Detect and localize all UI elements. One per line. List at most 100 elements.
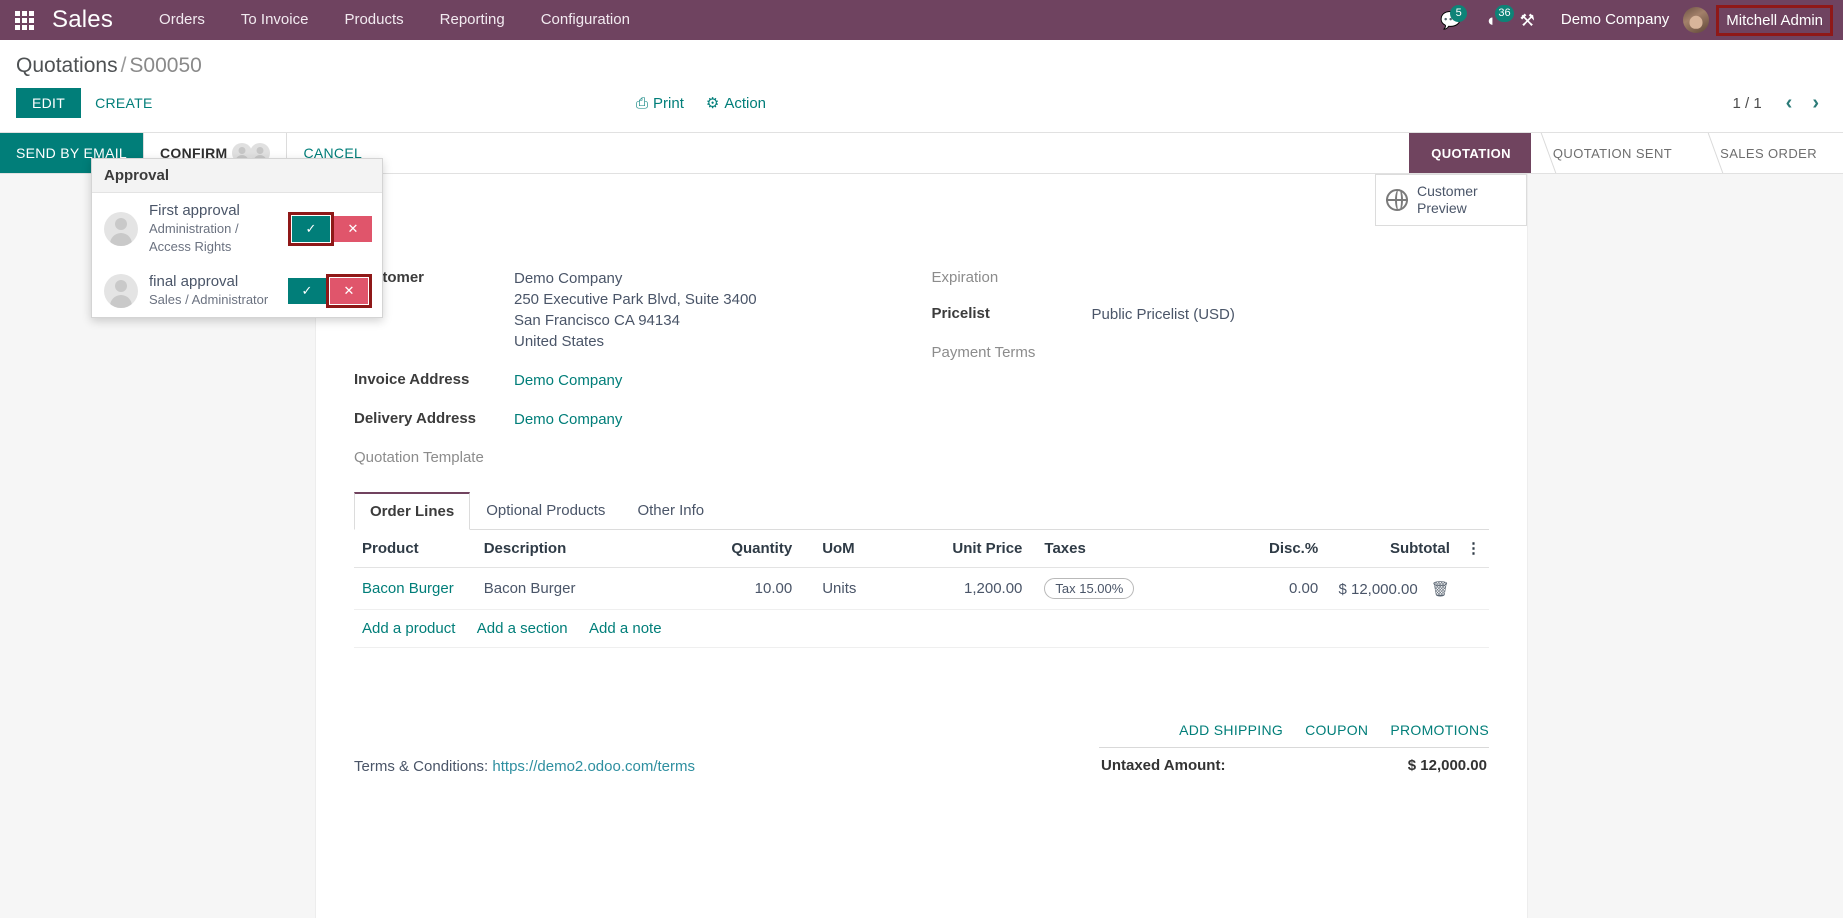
untaxed-amount-label: Untaxed Amount:: [1101, 757, 1226, 774]
apps-menu-toggle[interactable]: [0, 0, 48, 40]
tab-other-info[interactable]: Other Info: [621, 492, 720, 530]
untaxed-amount-value: $ 12,000.00: [1407, 757, 1487, 774]
cell-taxes[interactable]: Tax 15.00%: [1030, 567, 1207, 610]
clock-icon: ◖: [1485, 10, 1496, 30]
approve-highlight-box: ✓: [288, 211, 334, 246]
field-customer: Customer Demo Company 250 Executive Park…: [354, 268, 922, 352]
status-step-quotation[interactable]: QUOTATION: [1409, 133, 1545, 173]
breadcrumb-parent[interactable]: Quotations: [16, 54, 118, 77]
print-label: Print: [653, 94, 684, 112]
action-label: Action: [724, 94, 767, 112]
cell-uom[interactable]: Units: [800, 567, 913, 610]
subtotal-value: $ 12,000.00: [1338, 580, 1418, 598]
totals-table: Untaxed Amount: $ 12,000.00: [1099, 747, 1489, 774]
status-step-quotation-sent[interactable]: QUOTATION SENT: [1530, 133, 1699, 173]
approval-popover: Approval First approval Administration /…: [91, 158, 383, 318]
user-avatar: [104, 273, 138, 308]
pricelist-value[interactable]: Public Pricelist (USD): [1092, 304, 1235, 325]
order-lines-header-row: Product Description Quantity UoM Unit Pr…: [354, 530, 1489, 568]
add-a-product-link[interactable]: Add a product: [362, 620, 455, 637]
customer-preview-line2: Preview: [1417, 200, 1467, 216]
nav-item-configuration[interactable]: Configuration: [523, 0, 648, 40]
delivery-address-value[interactable]: Demo Company: [514, 409, 622, 430]
customer-preview-button[interactable]: Customer Preview: [1375, 174, 1527, 226]
customer-preview-line1: Customer: [1417, 183, 1478, 199]
approval-popover-title: Approval: [92, 159, 382, 193]
approval-actions: ✓ ✕: [288, 273, 372, 308]
status-step-sales-order[interactable]: SALES ORDER: [1698, 133, 1843, 173]
quotation-sheet: Customer Preview Customer Demo Company 2…: [315, 174, 1528, 918]
activities-menu[interactable]: ◖ 36: [1473, 0, 1514, 40]
cell-quantity[interactable]: 10.00: [684, 567, 801, 610]
check-icon: ✓: [305, 220, 317, 236]
nav-item-orders[interactable]: Orders: [141, 0, 223, 40]
approve-button[interactable]: ✓: [292, 215, 330, 242]
action-menu[interactable]: ⚙ Action: [705, 94, 767, 113]
print-menu[interactable]: ⎙ Print: [636, 95, 684, 112]
table-row[interactable]: Bacon Burger Bacon Burger 10.00 Units 1,…: [354, 567, 1489, 610]
add-line-row: Add a product Add a section Add a note: [354, 609, 1489, 648]
vertical-dots-icon[interactable]: ⋮: [1457, 530, 1489, 568]
approval-row: final approval Sales / Administrator ✓ ✕: [92, 264, 382, 317]
breadcrumb-separator: /: [120, 54, 127, 77]
cell-discount[interactable]: 0.00: [1206, 567, 1327, 610]
row-options-cell: [1457, 567, 1489, 610]
notebook: Order Lines Optional Products Other Info…: [354, 492, 1489, 648]
breadcrumb-current: S00050: [129, 54, 202, 77]
user-menu[interactable]: Mitchell Admin: [1683, 4, 1837, 36]
user-menu-label[interactable]: Mitchell Admin: [1716, 4, 1833, 36]
breadcrumb: Quotations / S00050: [16, 40, 1827, 82]
pricelist-label: Pricelist: [931, 305, 990, 322]
trash-icon[interactable]: 🗑: [1431, 581, 1450, 598]
messages-count-badge: 5: [1450, 5, 1468, 22]
form-column-left: Customer Demo Company 250 Executive Park…: [354, 268, 922, 484]
approve-button[interactable]: ✓: [288, 277, 326, 304]
cell-unit-price[interactable]: 1,200.00: [912, 567, 1031, 610]
field-invoice-address: Invoice Address Demo Company: [354, 370, 922, 391]
nav-item-products[interactable]: Products: [326, 0, 421, 40]
reject-button[interactable]: ✕: [330, 277, 368, 304]
gear-icon: ⚙: [705, 95, 720, 112]
add-a-note-link[interactable]: Add a note: [589, 620, 662, 637]
product-link[interactable]: Bacon Burger: [362, 580, 454, 597]
order-lines-table: Product Description Quantity UoM Unit Pr…: [354, 530, 1489, 648]
nav-item-reporting[interactable]: Reporting: [422, 0, 523, 40]
nav-item-to-invoice[interactable]: To Invoice: [223, 0, 327, 40]
reject-button[interactable]: ✕: [334, 215, 372, 242]
control-panel: Quotations / S00050 EDIT CREATE ⎙ Print ⚙ …: [0, 40, 1843, 133]
promotions-button[interactable]: PROMOTIONS: [1390, 722, 1489, 738]
company-switcher[interactable]: Demo Company: [1547, 0, 1683, 40]
terms-and-conditions: Terms & Conditions: https://demo2.odoo.c…: [354, 722, 1099, 775]
cell-description[interactable]: Bacon Burger: [475, 567, 685, 610]
debug-menu[interactable]: ⚒: [1508, 0, 1547, 40]
customer-value[interactable]: Demo Company: [514, 268, 757, 289]
status-pipeline: QUOTATION QUOTATION SENT SALES ORDER: [1409, 133, 1843, 173]
x-icon: ✕: [343, 282, 355, 298]
payment-terms-label: Payment Terms: [931, 344, 1036, 361]
navbar-menu: Orders To Invoice Products Reporting Con…: [141, 0, 648, 40]
invoice-address-value[interactable]: Demo Company: [514, 370, 622, 391]
cell-subtotal: $ 12,000.00 🗑: [1326, 567, 1458, 610]
app-brand-sales[interactable]: Sales: [48, 6, 121, 34]
tab-order-lines[interactable]: Order Lines: [354, 492, 471, 530]
coupon-button[interactable]: COUPON: [1305, 722, 1368, 738]
order-lines-body: Bacon Burger Bacon Burger 10.00 Units 1,…: [354, 567, 1489, 648]
customer-address-line2: San Francisco CA 94134: [514, 312, 680, 329]
col-unit-price: Unit Price: [912, 530, 1031, 568]
chevron-right-icon[interactable]: ›: [1804, 93, 1827, 113]
customer-value-group: Demo Company 250 Executive Park Blvd, Su…: [514, 268, 757, 352]
tab-optional-products[interactable]: Optional Products: [470, 492, 621, 530]
terms-url-link[interactable]: https://demo2.odoo.com/terms: [492, 758, 695, 775]
col-subtotal: Subtotal: [1326, 530, 1458, 568]
user-avatar: [104, 211, 138, 246]
approval-row-texts: final approval Sales / Administrator: [149, 272, 277, 309]
add-shipping-button[interactable]: ADD SHIPPING: [1179, 722, 1283, 738]
chevron-left-icon[interactable]: ‹: [1778, 93, 1801, 113]
pager-value: 1 / 1: [1732, 94, 1762, 112]
add-a-section-link[interactable]: Add a section: [477, 620, 568, 637]
control-panel-actions: EDIT CREATE ⎙ Print ⚙ Action 1 / 1 ‹ ›: [16, 82, 1827, 132]
create-button[interactable]: CREATE: [81, 88, 167, 118]
top-navbar: Sales Orders To Invoice Products Reporti…: [0, 0, 1843, 40]
edit-button[interactable]: EDIT: [16, 88, 82, 118]
messages-menu[interactable]: 💬 5: [1428, 0, 1473, 40]
